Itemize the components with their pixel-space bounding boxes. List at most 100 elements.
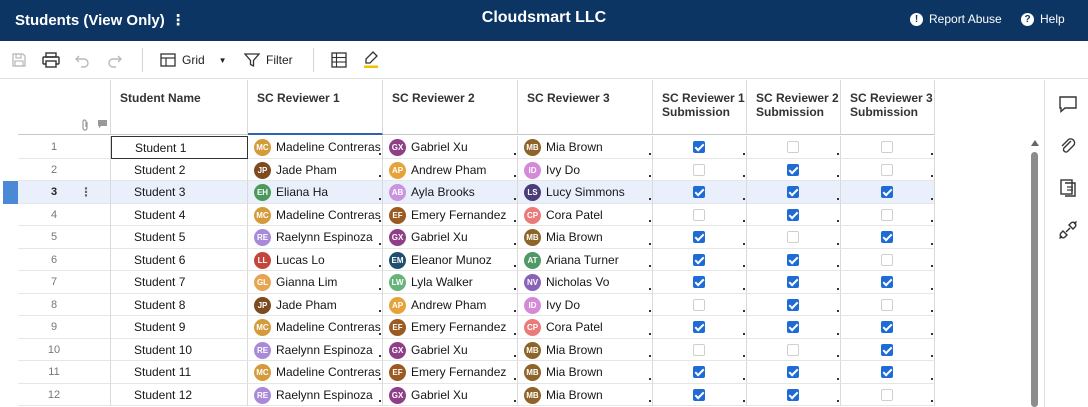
cell-submission-1[interactable] xyxy=(653,293,747,316)
cell-reviewer-2[interactable]: GX Gabriel Xu xyxy=(383,226,518,249)
checkbox-checked[interactable] xyxy=(881,231,893,243)
row-number[interactable]: 7 xyxy=(18,271,111,294)
cell-reviewer-1[interactable]: RE Raelynn Espinoza xyxy=(248,226,383,249)
column-header-r2[interactable]: SC Reviewer 2 xyxy=(383,80,518,135)
sheet-grid[interactable]: Student Name SC Reviewer 1 SC Reviewer 2 SC… xyxy=(0,80,1044,407)
cell-student-name[interactable]: Student 10 xyxy=(111,338,248,361)
checkbox-checked[interactable] xyxy=(881,366,893,378)
row-number[interactable]: 6 xyxy=(18,248,111,271)
checkbox-checked[interactable] xyxy=(881,186,893,198)
cell-submission-3[interactable] xyxy=(841,293,935,316)
checkbox-checked[interactable] xyxy=(787,208,799,221)
checkbox-checked[interactable] xyxy=(787,321,799,333)
cell-student-name[interactable]: Student 12 xyxy=(111,383,248,406)
redo-button[interactable] xyxy=(107,50,123,70)
row-number[interactable]: 3 ⋮ xyxy=(18,181,111,204)
cell-submission-3[interactable] xyxy=(841,136,935,159)
cell-submission-1[interactable] xyxy=(653,316,747,339)
table-row[interactable]: 5 Student 5 RE Raelynn Espinoza GX Gabriel Xu… xyxy=(0,226,936,249)
checkbox-checked[interactable] xyxy=(787,186,799,198)
checkbox-unchecked[interactable] xyxy=(787,231,799,243)
cell-submission-2[interactable] xyxy=(747,293,841,316)
checkbox-unchecked[interactable] xyxy=(787,343,799,356)
cell-reviewer-1[interactable]: GL Gianna Lim xyxy=(248,271,383,294)
table-row[interactable]: 6 Student 6 LL Lucas Lo EM Eleanor Munoz AT Ari… xyxy=(0,248,936,271)
cell-submission-3[interactable] xyxy=(841,226,935,249)
cell-reviewer-1[interactable]: LL Lucas Lo xyxy=(248,248,383,271)
cell-reviewer-2[interactable]: LW Lyla Walker xyxy=(383,271,518,294)
scroll-up-arrow-icon[interactable] xyxy=(1031,140,1039,146)
table-row[interactable]: 12 Student 12 RE Raelynn Espinoza GX Gabriel … xyxy=(0,383,936,406)
checkbox-checked[interactable] xyxy=(693,388,705,401)
checkbox-checked[interactable] xyxy=(881,321,893,333)
comments-icon[interactable] xyxy=(1058,94,1078,114)
cell-reviewer-1[interactable]: RE Raelynn Espinoza xyxy=(248,338,383,361)
cell-reviewer-2[interactable]: EF Emery Fernandez xyxy=(383,316,518,339)
cell-reviewer-3[interactable]: MB Mia Brown xyxy=(518,383,653,406)
table-row[interactable]: 1 Student 1 MC Madeline Contreras GX Gabriel … xyxy=(0,136,936,159)
cell-student-name[interactable]: Student 1 xyxy=(111,136,248,159)
cell-submission-3[interactable] xyxy=(841,203,935,226)
row-number[interactable]: 10 xyxy=(18,338,111,361)
cell-reviewer-2[interactable]: GX Gabriel Xu xyxy=(383,136,518,159)
cell-submission-1[interactable] xyxy=(653,338,747,361)
checkbox-checked[interactable] xyxy=(787,388,799,401)
cell-submission-3[interactable] xyxy=(841,316,935,339)
cell-submission-1[interactable] xyxy=(653,248,747,271)
table-row[interactable]: 11 Student 11 MC Madeline Contreras EF Emery … xyxy=(0,361,936,384)
checkbox-unchecked[interactable] xyxy=(693,343,705,356)
cell-reviewer-3[interactable]: MB Mia Brown xyxy=(518,136,653,159)
checkbox-checked[interactable] xyxy=(787,253,799,266)
checkbox-checked[interactable] xyxy=(693,321,705,333)
scrollbar-thumb[interactable] xyxy=(1031,152,1038,407)
cell-submission-2[interactable] xyxy=(747,226,841,249)
cell-reviewer-3[interactable]: CP Cora Patel xyxy=(518,203,653,226)
cell-submission-1[interactable] xyxy=(653,383,747,406)
table-row[interactable]: 2 Student 2 JP Jade Pham AP Andrew Pham ID Ivy … xyxy=(0,158,936,181)
cell-reviewer-2[interactable]: AP Andrew Pham xyxy=(383,293,518,316)
save-button[interactable] xyxy=(11,50,27,70)
cell-submission-3[interactable] xyxy=(841,271,935,294)
checkbox-checked[interactable] xyxy=(787,298,799,311)
cell-submission-2[interactable] xyxy=(747,383,841,406)
cell-reviewer-3[interactable]: CP Cora Patel xyxy=(518,316,653,339)
checkbox-unchecked[interactable] xyxy=(693,163,705,176)
checkbox-checked[interactable] xyxy=(693,231,705,243)
vertical-scrollbar[interactable] xyxy=(1030,136,1040,407)
row-number[interactable]: 1 xyxy=(18,136,111,159)
cell-submission-1[interactable] xyxy=(653,158,747,181)
cell-reviewer-1[interactable]: MC Madeline Contreras xyxy=(248,203,383,226)
help-link[interactable]: ? Help xyxy=(1021,12,1065,26)
cell-reviewer-1[interactable]: JP Jade Pham xyxy=(248,158,383,181)
grid-lines-button[interactable] xyxy=(331,50,347,70)
checkbox-checked[interactable] xyxy=(881,343,893,356)
cell-submission-3[interactable] xyxy=(841,383,935,406)
cell-submission-3[interactable] xyxy=(841,181,935,204)
cell-reviewer-1[interactable]: EH Eliana Ha xyxy=(248,181,383,204)
checkbox-unchecked[interactable] xyxy=(881,208,893,221)
summary-icon[interactable] xyxy=(1058,178,1078,198)
cell-reviewer-1[interactable]: MC Madeline Contreras xyxy=(248,136,383,159)
table-row[interactable]: 8 Student 8 JP Jade Pham AP Andrew Pham ID Ivy … xyxy=(0,293,936,316)
cell-student-name[interactable]: Student 4 xyxy=(111,203,248,226)
row-menu-icon[interactable]: ⋮ xyxy=(80,181,92,203)
cell-submission-2[interactable] xyxy=(747,316,841,339)
cell-submission-2[interactable] xyxy=(747,248,841,271)
row-number[interactable]: 11 xyxy=(18,361,111,384)
cell-reviewer-2[interactable]: AP Andrew Pham xyxy=(383,158,518,181)
cell-student-name[interactable]: Student 8 xyxy=(111,293,248,316)
table-row[interactable]: 4 Student 4 MC Madeline Contreras EF Emery Fe… xyxy=(0,203,936,226)
checkbox-unchecked[interactable] xyxy=(693,208,705,221)
cell-student-name[interactable]: Student 3 xyxy=(111,181,248,204)
cell-submission-1[interactable] xyxy=(653,226,747,249)
row-number[interactable]: 2 xyxy=(18,158,111,181)
checkbox-checked[interactable] xyxy=(693,366,705,378)
cell-submission-2[interactable] xyxy=(747,361,841,384)
sheet-menu-icon[interactable]: ⋮ xyxy=(171,12,186,29)
row-number[interactable]: 12 xyxy=(18,383,111,406)
table-row[interactable]: 10 Student 10 RE Raelynn Espinoza GX Gabriel … xyxy=(0,338,936,361)
cell-submission-1[interactable] xyxy=(653,271,747,294)
cell-submission-3[interactable] xyxy=(841,338,935,361)
cell-reviewer-1[interactable]: JP Jade Pham xyxy=(248,293,383,316)
checkbox-unchecked[interactable] xyxy=(881,163,893,176)
